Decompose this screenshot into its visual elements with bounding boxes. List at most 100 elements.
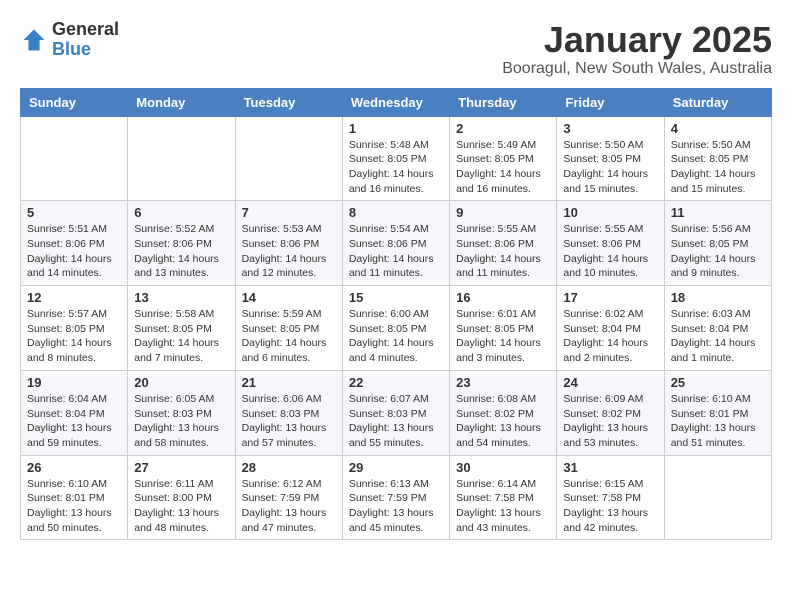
day-number: 15 [349,290,443,305]
day-info: Sunrise: 6:11 AM Sunset: 8:00 PM Dayligh… [134,477,228,536]
logo: General Blue [20,20,119,60]
calendar-cell: 4 Sunrise: 5:50 AM Sunset: 8:05 PM Daylig… [664,116,771,201]
column-header-wednesday: Wednesday [342,88,449,116]
day-info: Sunrise: 6:13 AM Sunset: 7:59 PM Dayligh… [349,477,443,536]
column-header-sunday: Sunday [21,88,128,116]
calendar-cell: 29 Sunrise: 6:13 AM Sunset: 7:59 PM Dayli… [342,455,449,540]
calendar-week-row: 1Sunrise: 5:48 AM Sunset: 8:05 PM Daylig… [21,116,772,201]
calendar-cell: 20Sunrise: 6:05 AM Sunset: 8:03 PM Dayli… [128,370,235,455]
day-number: 21 [242,375,336,390]
day-number: 11 [671,205,765,220]
day-number: 29 [349,460,443,475]
day-info: Sunrise: 5:55 AM Sunset: 8:06 PM Dayligh… [456,222,550,281]
day-info: Sunrise: 6:04 AM Sunset: 8:04 PM Dayligh… [27,392,121,451]
logo-icon [20,26,48,54]
day-number: 1 [349,121,443,136]
calendar-cell: 13 Sunrise: 5:58 AM Sunset: 8:05 PM Dayli… [128,286,235,371]
calendar-table: SundayMondayTuesdayWednesdayThursdayFrid… [20,88,772,541]
calendar-cell: 5 Sunrise: 5:51 AM Sunset: 8:06 PM Daylig… [21,201,128,286]
calendar-cell [235,116,342,201]
day-number: 28 [242,460,336,475]
calendar-cell: 8Sunrise: 5:54 AM Sunset: 8:06 PM Daylig… [342,201,449,286]
day-number: 2 [456,121,550,136]
calendar-cell: 7Sunrise: 5:53 AM Sunset: 8:06 PM Daylig… [235,201,342,286]
calendar-week-row: 12Sunrise: 5:57 AM Sunset: 8:05 PM Dayli… [21,286,772,371]
day-info: Sunrise: 5:50 AM Sunset: 8:05 PM Dayligh… [563,138,657,197]
day-info: Sunrise: 6:10 AM Sunset: 8:01 PM Dayligh… [671,392,765,451]
calendar-cell [664,455,771,540]
day-info: Sunrise: 6:07 AM Sunset: 8:03 PM Dayligh… [349,392,443,451]
day-info: Sunrise: 6:12 AM Sunset: 7:59 PM Dayligh… [242,477,336,536]
calendar-week-row: 19Sunrise: 6:04 AM Sunset: 8:04 PM Dayli… [21,370,772,455]
calendar-cell: 25Sunrise: 6:10 AM Sunset: 8:01 PM Dayli… [664,370,771,455]
column-header-saturday: Saturday [664,88,771,116]
calendar-cell: 12Sunrise: 5:57 AM Sunset: 8:05 PM Dayli… [21,286,128,371]
day-number: 3 [563,121,657,136]
column-header-friday: Friday [557,88,664,116]
day-info: Sunrise: 6:06 AM Sunset: 8:03 PM Dayligh… [242,392,336,451]
calendar-cell: 17 Sunrise: 6:02 AM Sunset: 8:04 PM Dayli… [557,286,664,371]
calendar-cell: 22 Sunrise: 6:07 AM Sunset: 8:03 PM Dayli… [342,370,449,455]
day-number: 9 [456,205,550,220]
day-number: 27 [134,460,228,475]
day-number: 24 [563,375,657,390]
calendar-cell: 24 Sunrise: 6:09 AM Sunset: 8:02 PM Dayli… [557,370,664,455]
day-number: 4 [671,121,765,136]
day-number: 14 [242,290,336,305]
day-info: Sunrise: 6:01 AM Sunset: 8:05 PM Dayligh… [456,307,550,366]
calendar-cell: 6Sunrise: 5:52 AM Sunset: 8:06 PM Daylig… [128,201,235,286]
day-info: Sunrise: 6:05 AM Sunset: 8:03 PM Dayligh… [134,392,228,451]
day-info: Sunrise: 5:58 AM Sunset: 8:05 PM Dayligh… [134,307,228,366]
calendar-header-row: SundayMondayTuesdayWednesdayThursdayFrid… [21,88,772,116]
logo-blue: Blue [52,39,91,59]
calendar-week-row: 5 Sunrise: 5:51 AM Sunset: 8:06 PM Daylig… [21,201,772,286]
day-info: Sunrise: 6:10 AM Sunset: 8:01 PM Dayligh… [27,477,121,536]
calendar-cell: 30 Sunrise: 6:14 AM Sunset: 7:58 PM Dayli… [450,455,557,540]
calendar-cell: 15 Sunrise: 6:00 AM Sunset: 8:05 PM Dayli… [342,286,449,371]
calendar-cell: 26 Sunrise: 6:10 AM Sunset: 8:01 PM Dayli… [21,455,128,540]
day-number: 13 [134,290,228,305]
day-info: Sunrise: 6:03 AM Sunset: 8:04 PM Dayligh… [671,307,765,366]
day-info: Sunrise: 5:50 AM Sunset: 8:05 PM Dayligh… [671,138,765,197]
calendar-cell: 1Sunrise: 5:48 AM Sunset: 8:05 PM Daylig… [342,116,449,201]
day-info: Sunrise: 6:09 AM Sunset: 8:02 PM Dayligh… [563,392,657,451]
day-number: 23 [456,375,550,390]
calendar-cell: 10 Sunrise: 5:55 AM Sunset: 8:06 PM Dayli… [557,201,664,286]
calendar-cell: 21 Sunrise: 6:06 AM Sunset: 8:03 PM Dayli… [235,370,342,455]
title-block: January 2025 Booragul, New South Wales, … [502,20,772,78]
day-info: Sunrise: 6:15 AM Sunset: 7:58 PM Dayligh… [563,477,657,536]
calendar-cell: 9 Sunrise: 5:55 AM Sunset: 8:06 PM Daylig… [450,201,557,286]
day-info: Sunrise: 5:52 AM Sunset: 8:06 PM Dayligh… [134,222,228,281]
day-number: 22 [349,375,443,390]
calendar-cell: 23 Sunrise: 6:08 AM Sunset: 8:02 PM Dayli… [450,370,557,455]
day-info: Sunrise: 6:08 AM Sunset: 8:02 PM Dayligh… [456,392,550,451]
day-info: Sunrise: 5:56 AM Sunset: 8:05 PM Dayligh… [671,222,765,281]
calendar-cell: 28 Sunrise: 6:12 AM Sunset: 7:59 PM Dayli… [235,455,342,540]
calendar-cell: 19Sunrise: 6:04 AM Sunset: 8:04 PM Dayli… [21,370,128,455]
day-info: Sunrise: 6:00 AM Sunset: 8:05 PM Dayligh… [349,307,443,366]
page-header: General Blue January 2025 Booragul, New … [20,20,772,78]
day-info: Sunrise: 5:49 AM Sunset: 8:05 PM Dayligh… [456,138,550,197]
logo-general: General [52,19,119,39]
day-number: 31 [563,460,657,475]
calendar-cell: 18 Sunrise: 6:03 AM Sunset: 8:04 PM Dayli… [664,286,771,371]
calendar-week-row: 26 Sunrise: 6:10 AM Sunset: 8:01 PM Dayli… [21,455,772,540]
day-number: 17 [563,290,657,305]
column-header-monday: Monday [128,88,235,116]
day-info: Sunrise: 5:51 AM Sunset: 8:06 PM Dayligh… [27,222,121,281]
day-number: 18 [671,290,765,305]
day-info: Sunrise: 6:14 AM Sunset: 7:58 PM Dayligh… [456,477,550,536]
calendar-cell: 3 Sunrise: 5:50 AM Sunset: 8:05 PM Daylig… [557,116,664,201]
column-header-tuesday: Tuesday [235,88,342,116]
day-number: 26 [27,460,121,475]
calendar-cell: 31 Sunrise: 6:15 AM Sunset: 7:58 PM Dayli… [557,455,664,540]
day-number: 5 [27,205,121,220]
day-info: Sunrise: 6:02 AM Sunset: 8:04 PM Dayligh… [563,307,657,366]
day-info: Sunrise: 5:55 AM Sunset: 8:06 PM Dayligh… [563,222,657,281]
calendar-cell [21,116,128,201]
day-number: 30 [456,460,550,475]
calendar-cell: 14Sunrise: 5:59 AM Sunset: 8:05 PM Dayli… [235,286,342,371]
column-header-thursday: Thursday [450,88,557,116]
day-number: 10 [563,205,657,220]
calendar-cell: 11 Sunrise: 5:56 AM Sunset: 8:05 PM Dayli… [664,201,771,286]
